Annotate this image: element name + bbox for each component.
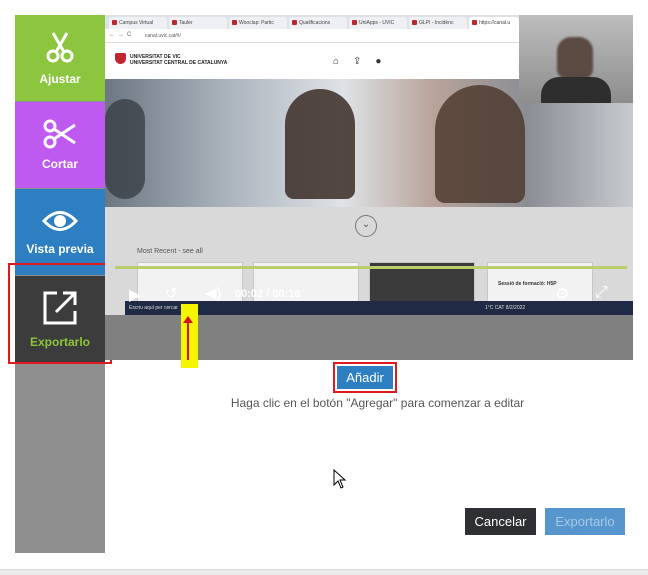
hint-text: Haga clic en el botón "Agregar" para com… [230, 396, 525, 410]
sidebar-item-label: Ajustar [39, 72, 81, 86]
sidebar-item-cortar[interactable]: Cortar [15, 102, 105, 188]
tool-sidebar: Ajustar Cortar Vista previa Exportarlo [15, 15, 105, 553]
timeline-marker-head[interactable] [183, 316, 193, 323]
eye-icon [42, 211, 78, 231]
timeline-marker[interactable] [187, 320, 189, 360]
uvic-logo-icon [115, 53, 126, 64]
timeline-marker-highlight [181, 304, 198, 368]
browser-tab: https://canal.u [469, 17, 519, 29]
browser-tab: UniApps - UVIC [349, 17, 407, 29]
sidebar-item-label: Cortar [41, 157, 78, 171]
play-icon[interactable]: ▶ [129, 285, 141, 305]
video-editor-page: Ajustar Cortar Vista previa Exportarlo C… [0, 0, 648, 575]
sidebar-item-label: Exportarlo [29, 335, 90, 349]
uvic-nav-icons: ⌂⇪● [333, 56, 396, 67]
sidebar-item-ajustar[interactable]: Ajustar [15, 15, 105, 101]
video-progress-track[interactable] [115, 266, 627, 269]
chevron-down-icon: ⌄ [355, 215, 377, 237]
fullscreen-icon[interactable]: ⤢ [595, 284, 608, 302]
browser-tab: Qualificacions [289, 17, 347, 29]
add-button[interactable]: Añadir [337, 366, 393, 389]
sidebar-item-exportarlo[interactable]: Exportarlo [15, 276, 105, 362]
browser-tab: Wooclap: Partic [229, 17, 287, 29]
sidebar-item-label: Vista previa [26, 242, 94, 256]
export-icon [43, 291, 77, 325]
webcam-overlay [519, 15, 633, 103]
browser-nav-icons: ←→C [109, 32, 135, 38]
rewind-10-icon[interactable]: ↺ [165, 284, 178, 302]
bottom-bar [0, 569, 648, 575]
sidebar-item-vista-previa[interactable]: Vista previa [15, 189, 105, 275]
export-button[interactable]: Exportarlo [545, 508, 625, 535]
gear-icon[interactable]: ⚙ [555, 284, 569, 304]
address-url: canal.uvic.cat/#/ [145, 33, 181, 39]
most-recent-label: Most Recent - see all [137, 248, 203, 255]
scissors-icon [46, 32, 74, 63]
time-readout: 00:02 / 00:16 [235, 288, 301, 300]
mouse-cursor-icon [333, 469, 347, 489]
uvic-name: UNIVERSITAT DE VIC UNIVERSITAT CENTRAL D… [130, 54, 228, 66]
browser-tab: Campus Virtual [109, 17, 167, 29]
volume-icon[interactable]: ◀) [205, 284, 222, 302]
scissors-open-icon [43, 119, 76, 149]
cancel-button[interactable]: Cancelar [465, 508, 536, 535]
browser-tab: Tauler [169, 17, 227, 29]
browser-tab: GLPI - Incidènc [409, 17, 467, 29]
